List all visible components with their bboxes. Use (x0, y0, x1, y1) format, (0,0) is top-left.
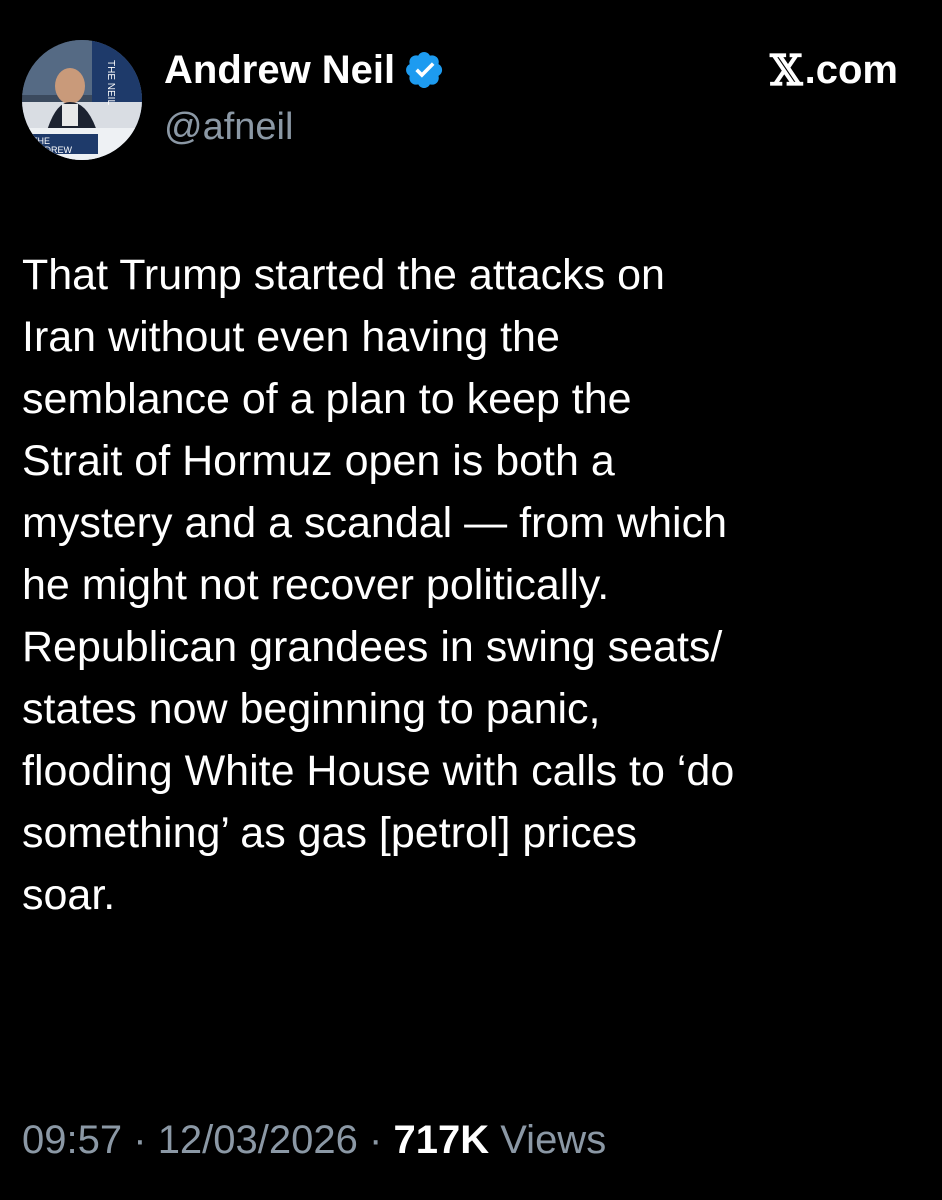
author-block: Andrew Neil @afneil (164, 44, 445, 149)
tweet-line: flooding White House with calls to ‘do (22, 747, 735, 795)
site-logo: 𝕏 .com (770, 46, 898, 95)
tweet-line: soar. (22, 871, 116, 919)
views-count: 717K (393, 1118, 490, 1162)
tweet-line: he might not recover politically. (22, 561, 610, 609)
tweet-line: something’ as gas [petrol] prices (22, 809, 638, 857)
tweet-meta: 09:57 · 12/03/2026 · 717K Views (22, 1118, 606, 1163)
tweet-line: Strait of Hormuz open is both a (22, 437, 615, 485)
verified-badge-icon[interactable] (405, 50, 445, 90)
author-display-name[interactable]: Andrew Neil (164, 48, 395, 93)
name-row: Andrew Neil (164, 44, 445, 96)
site-suffix: .com (804, 48, 898, 92)
svg-text:ANDREW: ANDREW (32, 145, 73, 155)
tweet-date[interactable]: 12/03/2026 (158, 1118, 358, 1162)
x-logo-icon: 𝕏 (770, 46, 803, 95)
avatar-image: THE ANDREW THE NEIL (22, 40, 142, 160)
views-label: Views (500, 1118, 607, 1162)
svg-text:THE NEIL: THE NEIL (105, 60, 116, 105)
tweet-time[interactable]: 09:57 (22, 1118, 122, 1162)
tweet-line: Iran without even having the (22, 313, 560, 361)
tweet-text: That Trump started the attacks on Iran w… (22, 244, 922, 926)
tweet-line: Republican grandees in swing seats/ (22, 623, 723, 671)
tweet-line: states now beginning to panic, (22, 685, 601, 733)
tweet-line: That Trump started the attacks on (22, 251, 665, 299)
avatar[interactable]: THE ANDREW THE NEIL (22, 40, 142, 160)
meta-separator: · (369, 1118, 383, 1162)
tweet-line: semblance of a plan to keep the (22, 375, 632, 423)
meta-separator: · (133, 1118, 147, 1162)
tweet-header: THE ANDREW THE NEIL Andrew Neil @afneil … (22, 40, 902, 170)
tweet-line: mystery and a scandal — from which (22, 499, 727, 547)
author-handle[interactable]: @afneil (164, 106, 445, 149)
